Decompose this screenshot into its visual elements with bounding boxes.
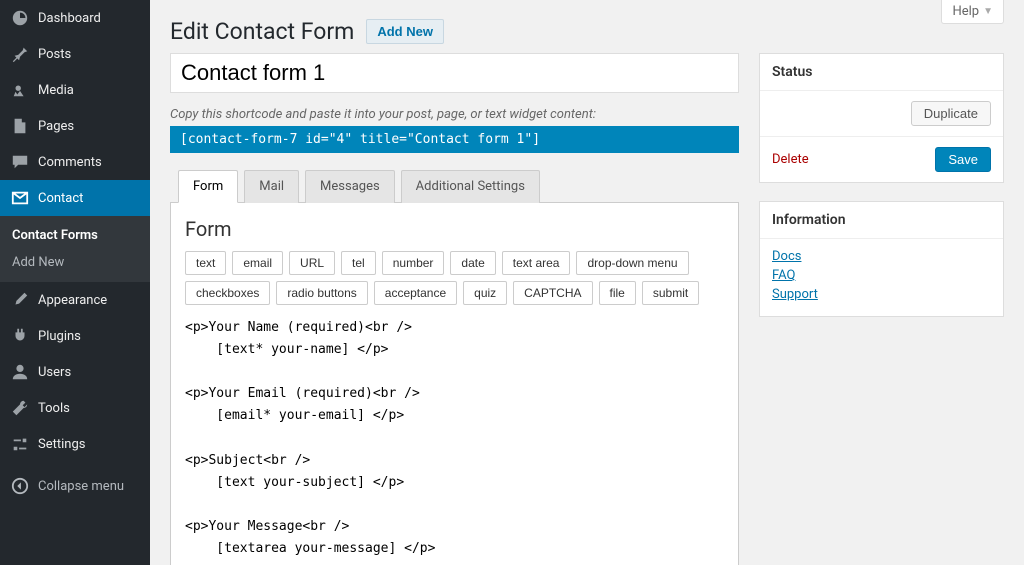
sidebar-item-label: Appearance (38, 293, 107, 308)
sidebar-item-media[interactable]: Media (0, 72, 150, 108)
sidebar-item-pages[interactable]: Pages (0, 108, 150, 144)
mail-icon (10, 188, 30, 208)
tab-mail[interactable]: Mail (244, 170, 299, 203)
user-icon (10, 362, 30, 382)
tag-number[interactable]: number (382, 251, 445, 275)
tag-email[interactable]: email (232, 251, 283, 275)
right-column: Status Duplicate Delete Save Information… (759, 53, 1004, 317)
sidebar-item-tools[interactable]: Tools (0, 390, 150, 426)
info-link-faq[interactable]: FAQ (772, 268, 991, 283)
sidebar-submenu-contact: Contact Forms Add New (0, 216, 150, 282)
sidebar-item-settings[interactable]: Settings (0, 426, 150, 462)
duplicate-button[interactable]: Duplicate (911, 101, 991, 126)
pages-icon (10, 116, 30, 136)
information-heading: Information (760, 202, 1003, 239)
chevron-down-icon: ▼ (983, 6, 993, 17)
collapse-menu-label: Collapse menu (38, 479, 124, 494)
sidebar-item-users[interactable]: Users (0, 354, 150, 390)
sidebar-item-label: Plugins (38, 329, 81, 344)
shortcode-display[interactable]: [contact-form-7 id="4" title="Contact fo… (170, 126, 739, 153)
sidebar-item-label: Contact (38, 191, 83, 206)
left-column: Copy this shortcode and paste it into yo… (170, 53, 739, 565)
info-link-support[interactable]: Support (772, 287, 991, 302)
sliders-icon (10, 434, 30, 454)
help-label: Help (952, 4, 979, 19)
page-title: Edit Contact Form (170, 18, 354, 45)
tag-checkboxes[interactable]: checkboxes (185, 281, 270, 305)
delete-link[interactable]: Delete (772, 152, 809, 167)
plug-icon (10, 326, 30, 346)
tag-url[interactable]: URL (289, 251, 335, 275)
sidebar-item-dashboard[interactable]: Dashboard (0, 0, 150, 36)
sidebar-subitem-contact-forms[interactable]: Contact Forms (0, 222, 150, 249)
brush-icon (10, 290, 30, 310)
comments-icon (10, 152, 30, 172)
tab-form[interactable]: Form (178, 170, 238, 203)
sidebar-item-label: Comments (38, 155, 102, 170)
main-content: Help ▼ Edit Contact Form Add New Copy th… (150, 0, 1024, 565)
information-box: Information Docs FAQ Support (759, 201, 1004, 317)
sidebar-item-label: Users (38, 365, 71, 380)
shortcode-instruction: Copy this shortcode and paste it into yo… (170, 107, 739, 122)
sidebar-item-label: Posts (38, 47, 71, 62)
tag-generator-list: text email URL tel number date text area… (185, 251, 724, 305)
sidebar-item-appearance[interactable]: Appearance (0, 282, 150, 318)
tag-textarea[interactable]: text area (502, 251, 571, 275)
tab-additional-settings[interactable]: Additional Settings (401, 170, 540, 203)
form-code-editor[interactable] (185, 317, 724, 565)
tag-text[interactable]: text (185, 251, 226, 275)
help-tab[interactable]: Help ▼ (941, 0, 1004, 24)
status-box: Status Duplicate Delete Save (759, 53, 1004, 183)
pin-icon (10, 44, 30, 64)
tag-file[interactable]: file (599, 281, 636, 305)
form-panel-heading: Form (185, 217, 724, 241)
tag-dropdown[interactable]: drop-down menu (576, 251, 688, 275)
form-title-input[interactable] (170, 53, 739, 93)
sidebar-item-label: Pages (38, 119, 74, 134)
sidebar-item-posts[interactable]: Posts (0, 36, 150, 72)
sidebar-item-label: Tools (38, 401, 70, 416)
media-icon (10, 80, 30, 100)
sidebar-item-comments[interactable]: Comments (0, 144, 150, 180)
collapse-menu-button[interactable]: Collapse menu (0, 468, 150, 504)
sidebar-item-label: Dashboard (38, 11, 101, 26)
form-panel: Form text email URL tel number date text… (170, 203, 739, 565)
page-title-row: Edit Contact Form Add New (170, 0, 1004, 53)
save-button[interactable]: Save (935, 147, 991, 172)
tag-quiz[interactable]: quiz (463, 281, 507, 305)
tag-date[interactable]: date (450, 251, 495, 275)
sidebar-item-contact[interactable]: Contact (0, 180, 150, 216)
sidebar-item-plugins[interactable]: Plugins (0, 318, 150, 354)
sidebar-item-label: Settings (38, 437, 85, 452)
sidebar-item-label: Media (38, 83, 74, 98)
dashboard-icon (10, 8, 30, 28)
tag-captcha[interactable]: CAPTCHA (513, 281, 592, 305)
tab-bar: Form Mail Messages Additional Settings (170, 169, 739, 203)
collapse-icon (10, 476, 30, 496)
tag-acceptance[interactable]: acceptance (374, 281, 457, 305)
wrench-icon (10, 398, 30, 418)
sidebar-subitem-add-new[interactable]: Add New (0, 249, 150, 276)
status-heading: Status (760, 54, 1003, 91)
tab-messages[interactable]: Messages (305, 170, 395, 203)
info-link-docs[interactable]: Docs (772, 249, 991, 264)
tag-tel[interactable]: tel (341, 251, 376, 275)
admin-sidebar: Dashboard Posts Media Pages Comments Con… (0, 0, 150, 565)
tag-submit[interactable]: submit (642, 281, 699, 305)
add-new-button[interactable]: Add New (366, 19, 444, 44)
tag-radio[interactable]: radio buttons (276, 281, 367, 305)
